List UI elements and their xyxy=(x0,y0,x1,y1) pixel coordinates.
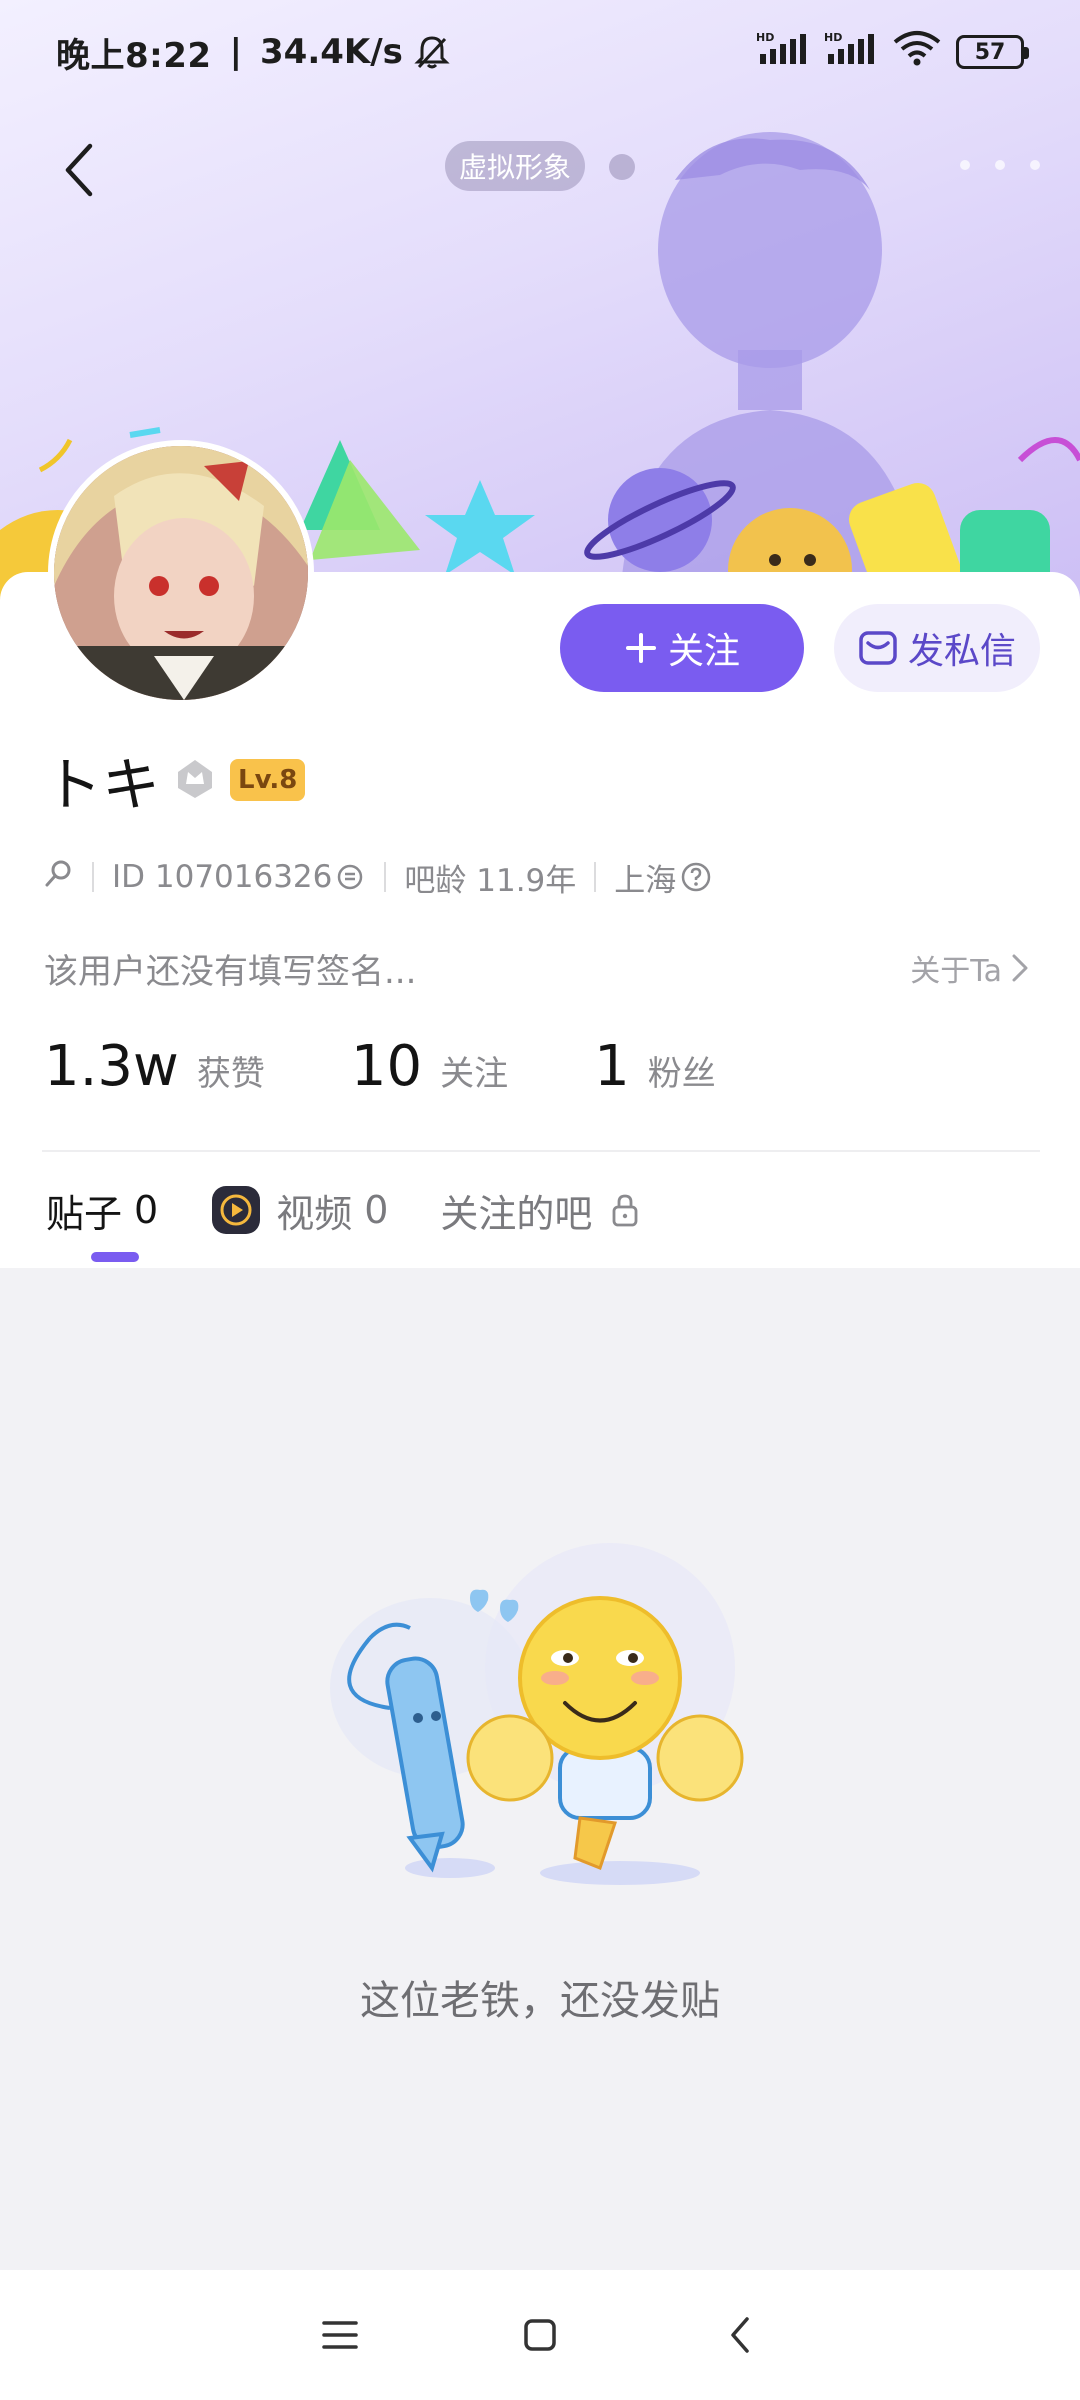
wifi-icon xyxy=(892,30,942,75)
tab-label: 贴子 xyxy=(46,1191,123,1236)
message-label: 发私信 xyxy=(907,631,1016,672)
username-row: トキ Lv.8 xyxy=(44,738,306,822)
level-badge: Lv.8 xyxy=(230,759,306,801)
username: トキ xyxy=(44,751,161,819)
question-help-icon[interactable] xyxy=(680,861,712,893)
posts-content-area: 这位老铁，还没发贴 xyxy=(0,1268,1080,2270)
avatar-tag-indicator-dot xyxy=(609,154,635,180)
status-net-speed: 34.4K/s xyxy=(260,32,403,72)
tab-label: 关注的吧 xyxy=(440,1191,593,1236)
search-user-icon xyxy=(44,858,74,896)
meta-divider xyxy=(594,862,597,892)
more-dot-icon xyxy=(960,160,970,170)
virtual-avatar-tag[interactable]: 虚拟形象 xyxy=(445,141,586,191)
about-label: 关于Ta xyxy=(910,954,1002,989)
crown-badge-icon xyxy=(176,746,214,814)
tab-followed-bars[interactable]: 关注的吧 xyxy=(440,1183,640,1238)
chevron-right-icon xyxy=(1012,954,1028,982)
profile-tabs: 贴子 0 视频 0 关注的吧 xyxy=(46,1175,692,1245)
system-navigation-bar xyxy=(0,2270,1080,2400)
stat-value: 1 xyxy=(594,1034,630,1099)
signal-hd-2-icon: HD xyxy=(824,30,878,75)
status-bar: 晚上8:22 | 34.4K/s HD HD 57 xyxy=(0,0,1080,104)
status-separator: | xyxy=(229,32,242,72)
active-tab-indicator xyxy=(91,1252,139,1262)
follow-label: 关注 xyxy=(667,631,740,672)
back-button[interactable] xyxy=(40,130,120,210)
stat-fans[interactable]: 1 粉丝 xyxy=(594,1034,716,1099)
nav-home-button[interactable] xyxy=(500,2295,580,2375)
envelope-icon xyxy=(859,631,897,665)
stat-label: 粉丝 xyxy=(647,1054,716,1094)
about-ta-link[interactable]: 关于Ta xyxy=(910,946,1030,990)
stat-likes: 1.3w 获赞 xyxy=(44,1034,265,1099)
user-avatar[interactable] xyxy=(48,440,314,706)
copy-id-icon[interactable] xyxy=(336,862,366,892)
tab-count: 0 xyxy=(364,1188,389,1232)
profile-stats: 1.3w 获赞 10 关注 1 粉丝 xyxy=(44,1034,802,1114)
more-dot-icon xyxy=(1030,160,1040,170)
more-options-button[interactable] xyxy=(960,145,1040,185)
nav-back-button[interactable] xyxy=(700,2295,780,2375)
user-id: ID 107016326 xyxy=(112,859,333,895)
mute-bell-icon xyxy=(413,33,451,71)
battery-indicator: 57 xyxy=(956,35,1029,69)
tab-videos[interactable]: 视频 0 xyxy=(210,1183,388,1238)
nav-menu-button[interactable] xyxy=(300,2295,380,2375)
svg-text:HD: HD xyxy=(756,31,774,44)
video-play-icon xyxy=(210,1184,262,1236)
avatar-portrait-image xyxy=(54,446,308,700)
status-time: 晚上8:22 xyxy=(56,35,212,76)
lock-icon xyxy=(610,1192,640,1228)
empty-state-message: 这位老铁，还没发贴 xyxy=(360,1978,720,2024)
stat-value: 1.3w xyxy=(44,1034,179,1099)
empty-state-illustration xyxy=(330,1543,744,1885)
plus-icon xyxy=(625,633,656,663)
tab-count: 0 xyxy=(134,1188,159,1232)
tab-label: 视频 xyxy=(276,1191,353,1236)
more-dot-icon xyxy=(995,160,1005,170)
stat-following[interactable]: 10 关注 xyxy=(351,1034,508,1099)
back-triangle-icon xyxy=(731,2317,749,2353)
follow-button[interactable]: 关注 xyxy=(560,604,804,692)
tab-posts[interactable]: 贴子 0 xyxy=(46,1183,158,1238)
private-message-button[interactable]: 发私信 xyxy=(834,604,1040,692)
meta-divider xyxy=(384,862,387,892)
location: 上海 xyxy=(614,862,677,899)
signal-hd-icon: HD xyxy=(756,30,810,75)
profile-meta-row: ID 107016326 吧龄 11.9年 上海 xyxy=(44,852,712,902)
stat-value: 10 xyxy=(350,1034,423,1099)
section-divider xyxy=(42,1150,1040,1152)
chevron-left-icon xyxy=(65,143,93,197)
user-signature: 该用户还没有填写签名... xyxy=(44,952,417,992)
meta-divider xyxy=(92,862,94,892)
menu-icon xyxy=(322,2321,358,2349)
square-home-icon xyxy=(524,2319,556,2351)
stat-label: 获赞 xyxy=(196,1054,265,1094)
stat-label: 关注 xyxy=(440,1054,509,1094)
bar-age: 吧龄 11.9年 xyxy=(404,862,577,899)
svg-text:HD: HD xyxy=(824,31,842,44)
